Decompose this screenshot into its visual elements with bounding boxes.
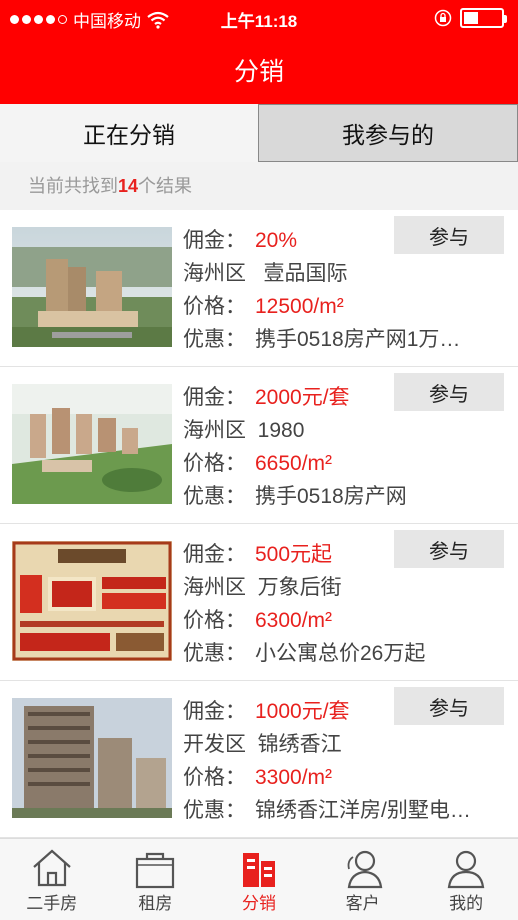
top-bar: 中国移动 上午11:18 分销 — [0, 0, 518, 104]
listing-info: 佣金： 2000元/套 海州区 1980 价格： 6650/m² 优惠： 携手0518… — [183, 381, 407, 513]
nav-label: 客户 — [345, 894, 380, 913]
nav-mine[interactable]: 我的 — [414, 839, 518, 920]
list-item[interactable]: 佣金： 500元起 海州区 万象后街 价格： 6300/m² 优惠： 小公寓总价26万… — [0, 524, 518, 681]
property-photo — [12, 698, 172, 818]
nav-second-hand[interactable]: 二手房 — [0, 839, 104, 920]
nav-label: 分销 — [241, 894, 276, 913]
offer-value: 小公寓总价26万起 — [255, 642, 426, 665]
property-photo — [12, 541, 172, 661]
join-button[interactable]: 参与 — [394, 373, 504, 411]
result-count: 当前共找到14个结果 — [0, 162, 518, 210]
district-label: 海州区 — [183, 576, 246, 599]
listing-info: 佣金： 500元起 海州区 万象后街 价格： 6300/m² 优惠： 小公寓总价26万… — [183, 538, 425, 670]
property-photo — [12, 227, 172, 347]
list-item[interactable]: 佣金： 1000元/套 开发区 锦绣香江 价格： 3300/m² 优惠： 锦绣香江洋房… — [0, 681, 518, 838]
commission-value: 1000元/套 — [255, 700, 350, 723]
price-value: 3300/m² — [255, 766, 333, 789]
page-title: 分销 — [233, 58, 284, 86]
commission-value: 20% — [255, 229, 298, 252]
commission-value: 500元起 — [255, 543, 333, 566]
nav-label: 租房 — [138, 894, 173, 913]
offer-value: 携手0518房产网 — [255, 485, 407, 508]
price-value: 6650/m² — [255, 452, 333, 475]
project-name: 1980 — [257, 419, 305, 442]
price-value: 12500/m² — [255, 295, 344, 318]
list-item[interactable]: 佣金： 2000元/套 海州区 1980 价格： 6650/m² 优惠： 携手0518… — [0, 367, 518, 524]
bag-icon — [136, 852, 175, 889]
offer-value: 携手0518房产网1万… — [255, 328, 461, 351]
nav-distribution[interactable]: 分销 — [207, 839, 311, 920]
nav-label: 我的 — [449, 894, 484, 913]
project-name: 锦绣香江 — [257, 733, 342, 756]
listing-list: 佣金： 20% 海州区 壹品国际 价格： 12500/m² 优惠： 携手0518房产网… — [0, 210, 518, 838]
tab-distributing[interactable]: 正在分销 — [0, 104, 258, 162]
tab-my-participation[interactable]: 我参与的 — [258, 104, 518, 162]
customers-icon — [347, 850, 382, 889]
bottom-nav: 二手房 租房 分销 客户 我的 — [0, 838, 518, 920]
nav-customers[interactable]: 客户 — [311, 839, 415, 920]
join-button[interactable]: 参与 — [394, 216, 504, 254]
list-item[interactable]: 佣金： 20% 海州区 壹品国际 价格： 12500/m² 优惠： 携手0518房产网… — [0, 210, 518, 367]
tab-bar: 正在分销 我参与的 — [0, 104, 518, 162]
nav-rent[interactable]: 租房 — [104, 839, 208, 920]
project-name: 万象后街 — [257, 576, 342, 599]
distribution-icon — [242, 853, 275, 887]
nav-label: 二手房 — [26, 894, 78, 913]
battery-icon — [460, 8, 507, 28]
price-value: 6300/m² — [255, 609, 333, 632]
join-button[interactable]: 参与 — [394, 530, 504, 568]
result-count-number: 14 — [118, 176, 139, 196]
district-label: 海州区 — [183, 419, 246, 442]
commission-value: 2000元/套 — [255, 386, 350, 409]
project-name: 壹品国际 — [263, 262, 348, 285]
status-bar: 中国移动 上午11:18 — [0, 0, 518, 36]
rotation-lock-icon — [434, 9, 452, 27]
join-button[interactable]: 参与 — [394, 687, 504, 725]
property-photo — [12, 384, 172, 504]
house-icon — [33, 849, 71, 887]
district-label: 海州区 — [183, 262, 246, 285]
district-label: 开发区 — [183, 733, 246, 756]
profile-icon — [447, 850, 485, 889]
offer-value: 锦绣香江洋房/别墅电… — [255, 799, 471, 822]
